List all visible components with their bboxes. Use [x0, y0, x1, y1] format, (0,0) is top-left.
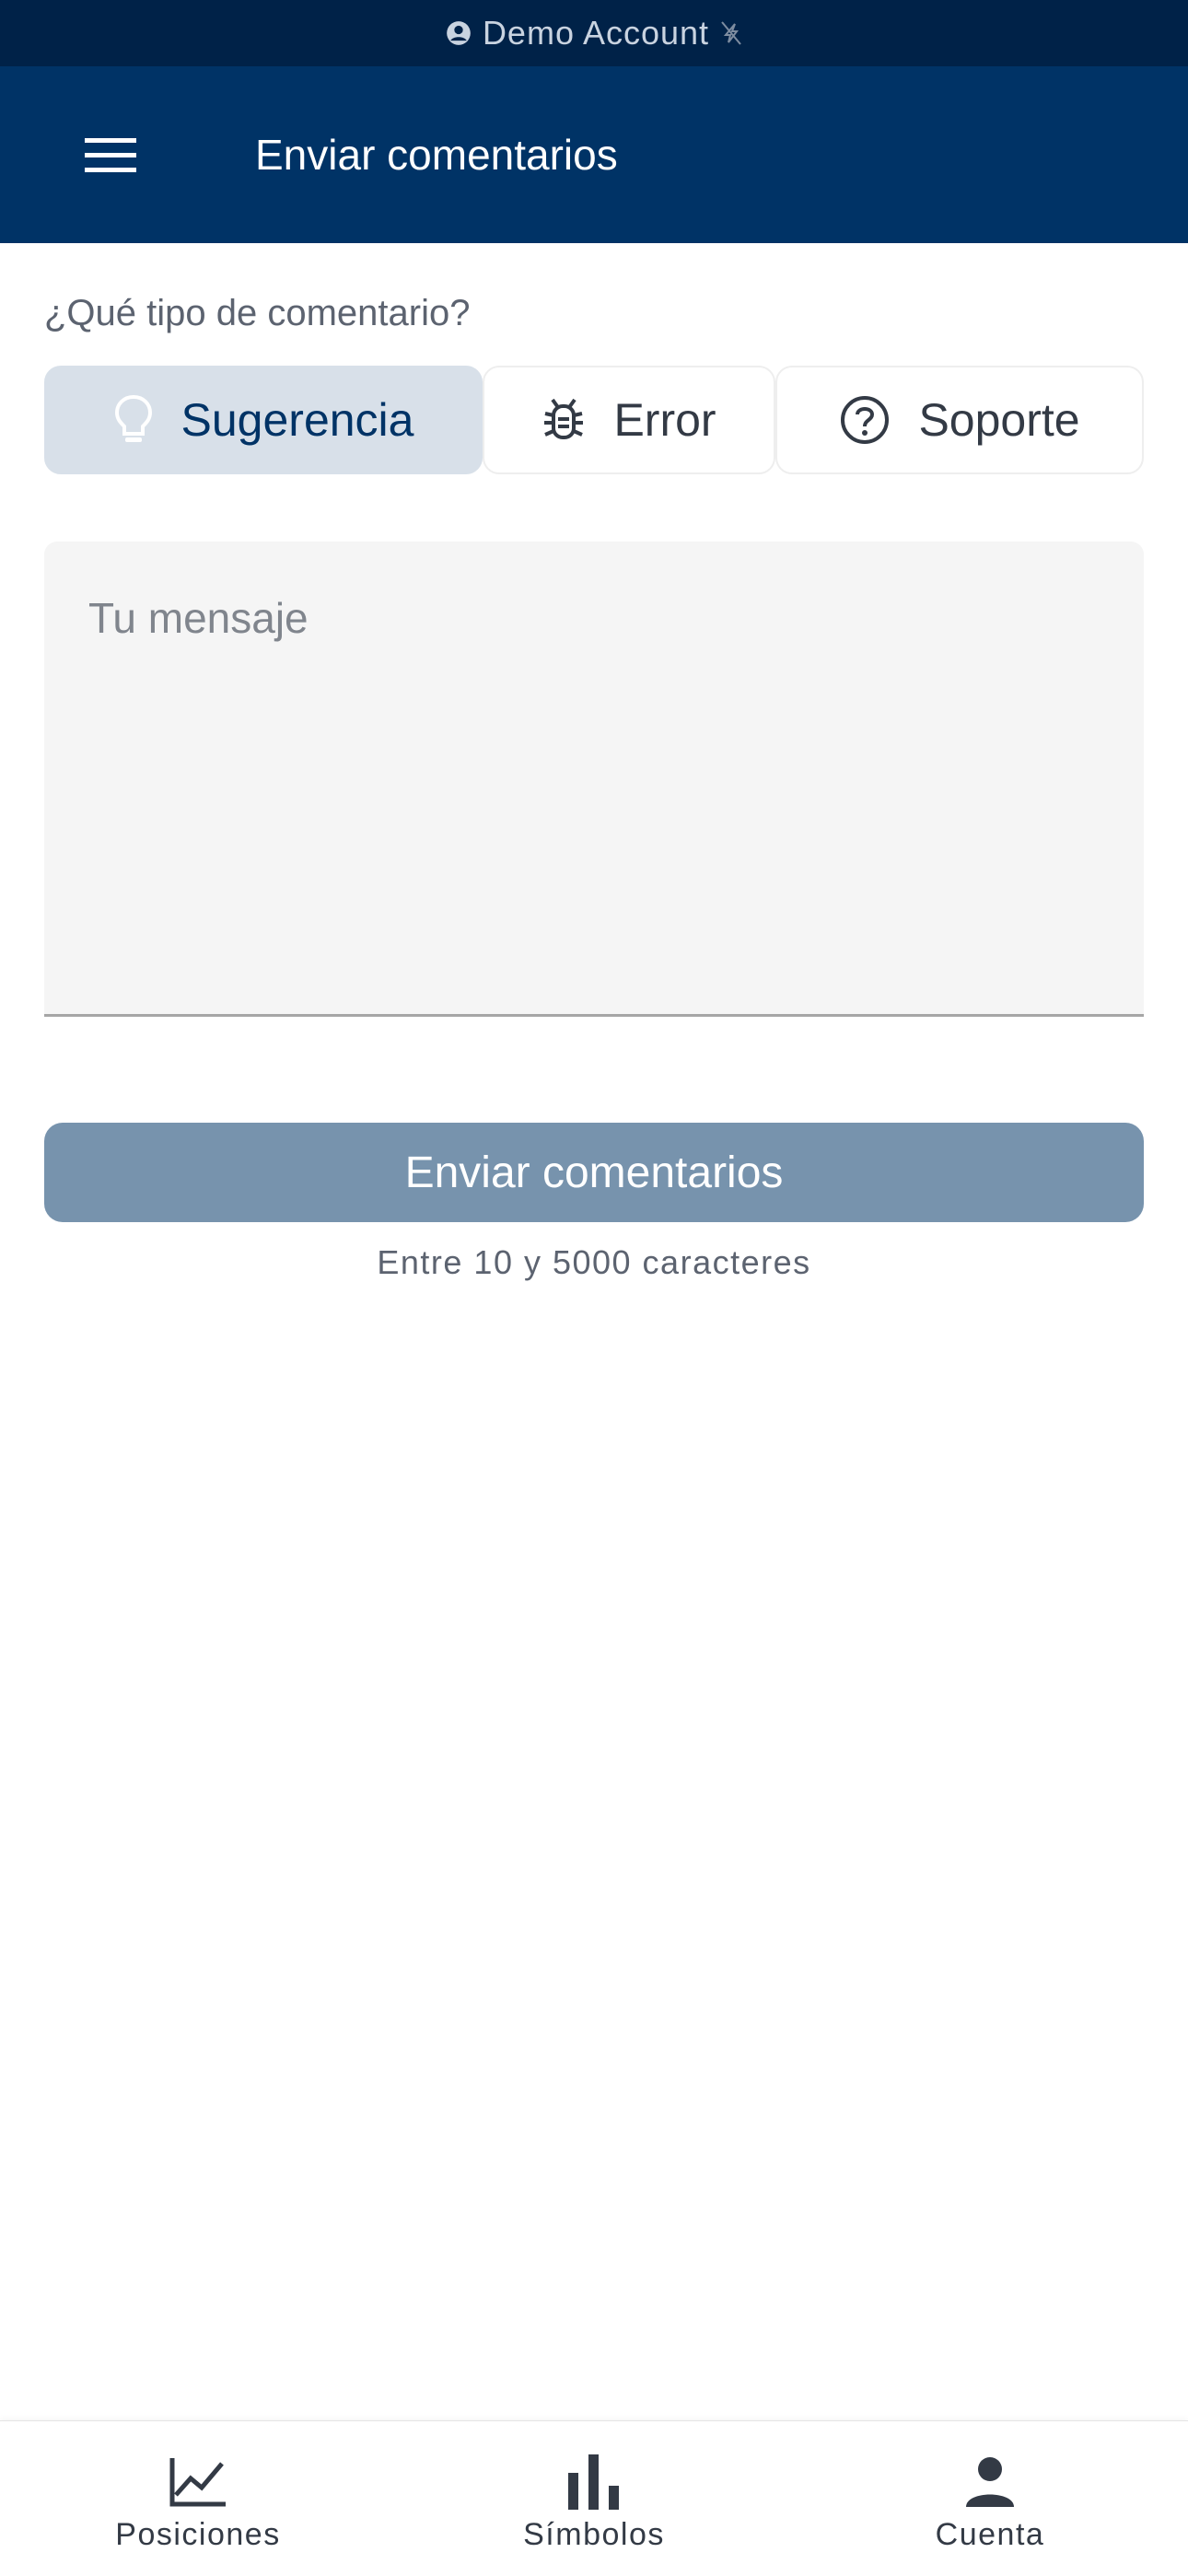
bottom-navigation: Posiciones Símbolos Cuenta — [0, 2420, 1188, 2576]
type-suggestion-label: Sugerencia — [181, 394, 414, 446]
page-title: Enviar comentarios — [255, 131, 618, 179]
bug-icon — [544, 398, 584, 439]
feedback-type-label: ¿Qué tipo de comentario? — [44, 293, 471, 333]
menu-button[interactable] — [72, 122, 149, 188]
line-chart-icon — [166, 2449, 230, 2513]
message-input[interactable] — [44, 542, 1144, 1017]
type-error-label: Error — [613, 394, 716, 446]
nav-account[interactable]: Cuenta — [792, 2421, 1188, 2576]
nav-positions-label: Posiciones — [115, 2517, 281, 2552]
type-support-label: Soporte — [918, 394, 1080, 446]
nav-account-label: Cuenta — [935, 2517, 1045, 2552]
type-suggestion-button[interactable]: Sugerencia — [44, 366, 483, 474]
character-limit-hint: Entre 10 y 5000 caracteres — [377, 1243, 811, 1281]
app-bar: Enviar comentarios — [0, 66, 1188, 243]
nav-symbols[interactable]: Símbolos — [396, 2421, 792, 2576]
status-bar: Demo Account — [0, 0, 1188, 66]
type-error-button[interactable]: Error — [483, 366, 775, 474]
nav-positions[interactable]: Posiciones — [0, 2421, 396, 2576]
help-circle-icon — [841, 396, 890, 444]
bar-chart-icon — [562, 2449, 626, 2513]
nav-symbols-label: Símbolos — [523, 2517, 665, 2552]
submit-feedback-button[interactable]: Enviar comentarios — [44, 1123, 1144, 1222]
lightbulb-icon — [114, 394, 152, 442]
account-label: Demo Account — [482, 14, 710, 52]
account-circle-icon — [446, 20, 472, 46]
menu-icon — [85, 138, 136, 172]
feedback-type-selector: Sugerencia Error Soporte — [44, 366, 1144, 474]
person-icon — [958, 2449, 1022, 2513]
signal-off-icon — [720, 20, 742, 46]
type-support-button[interactable]: Soporte — [775, 366, 1144, 474]
